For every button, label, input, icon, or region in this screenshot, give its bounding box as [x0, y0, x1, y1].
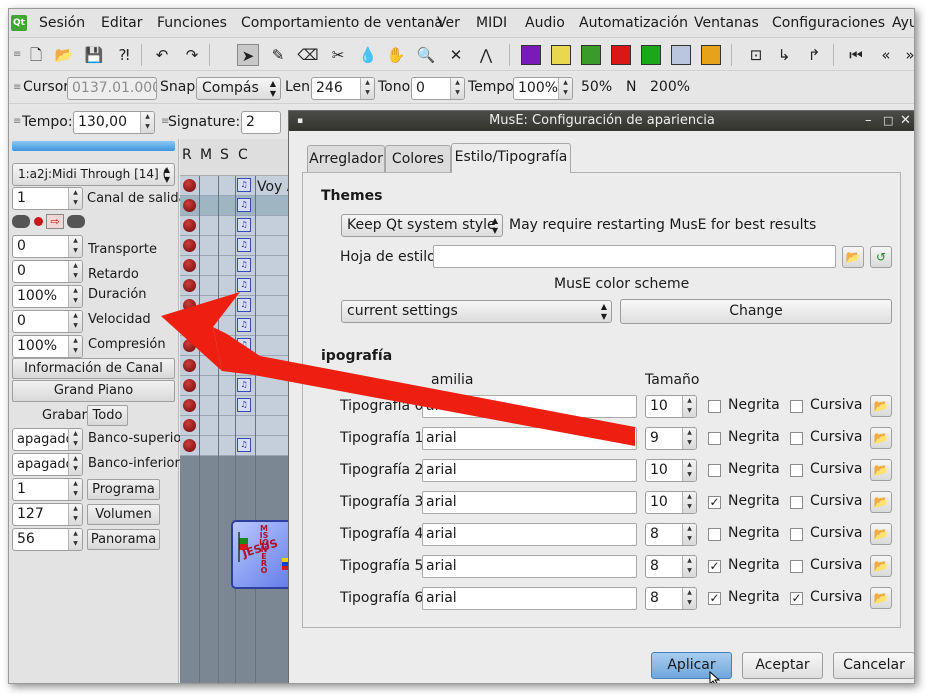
- tab-estilo-tipografia[interactable]: Estilo/Tipografía: [451, 143, 571, 173]
- annotation-arrow: [161, 292, 635, 446]
- muse-main-window: Qt Sesión Editar Funciones Comportamient…: [8, 8, 915, 684]
- arrow-shaft: [213, 327, 635, 446]
